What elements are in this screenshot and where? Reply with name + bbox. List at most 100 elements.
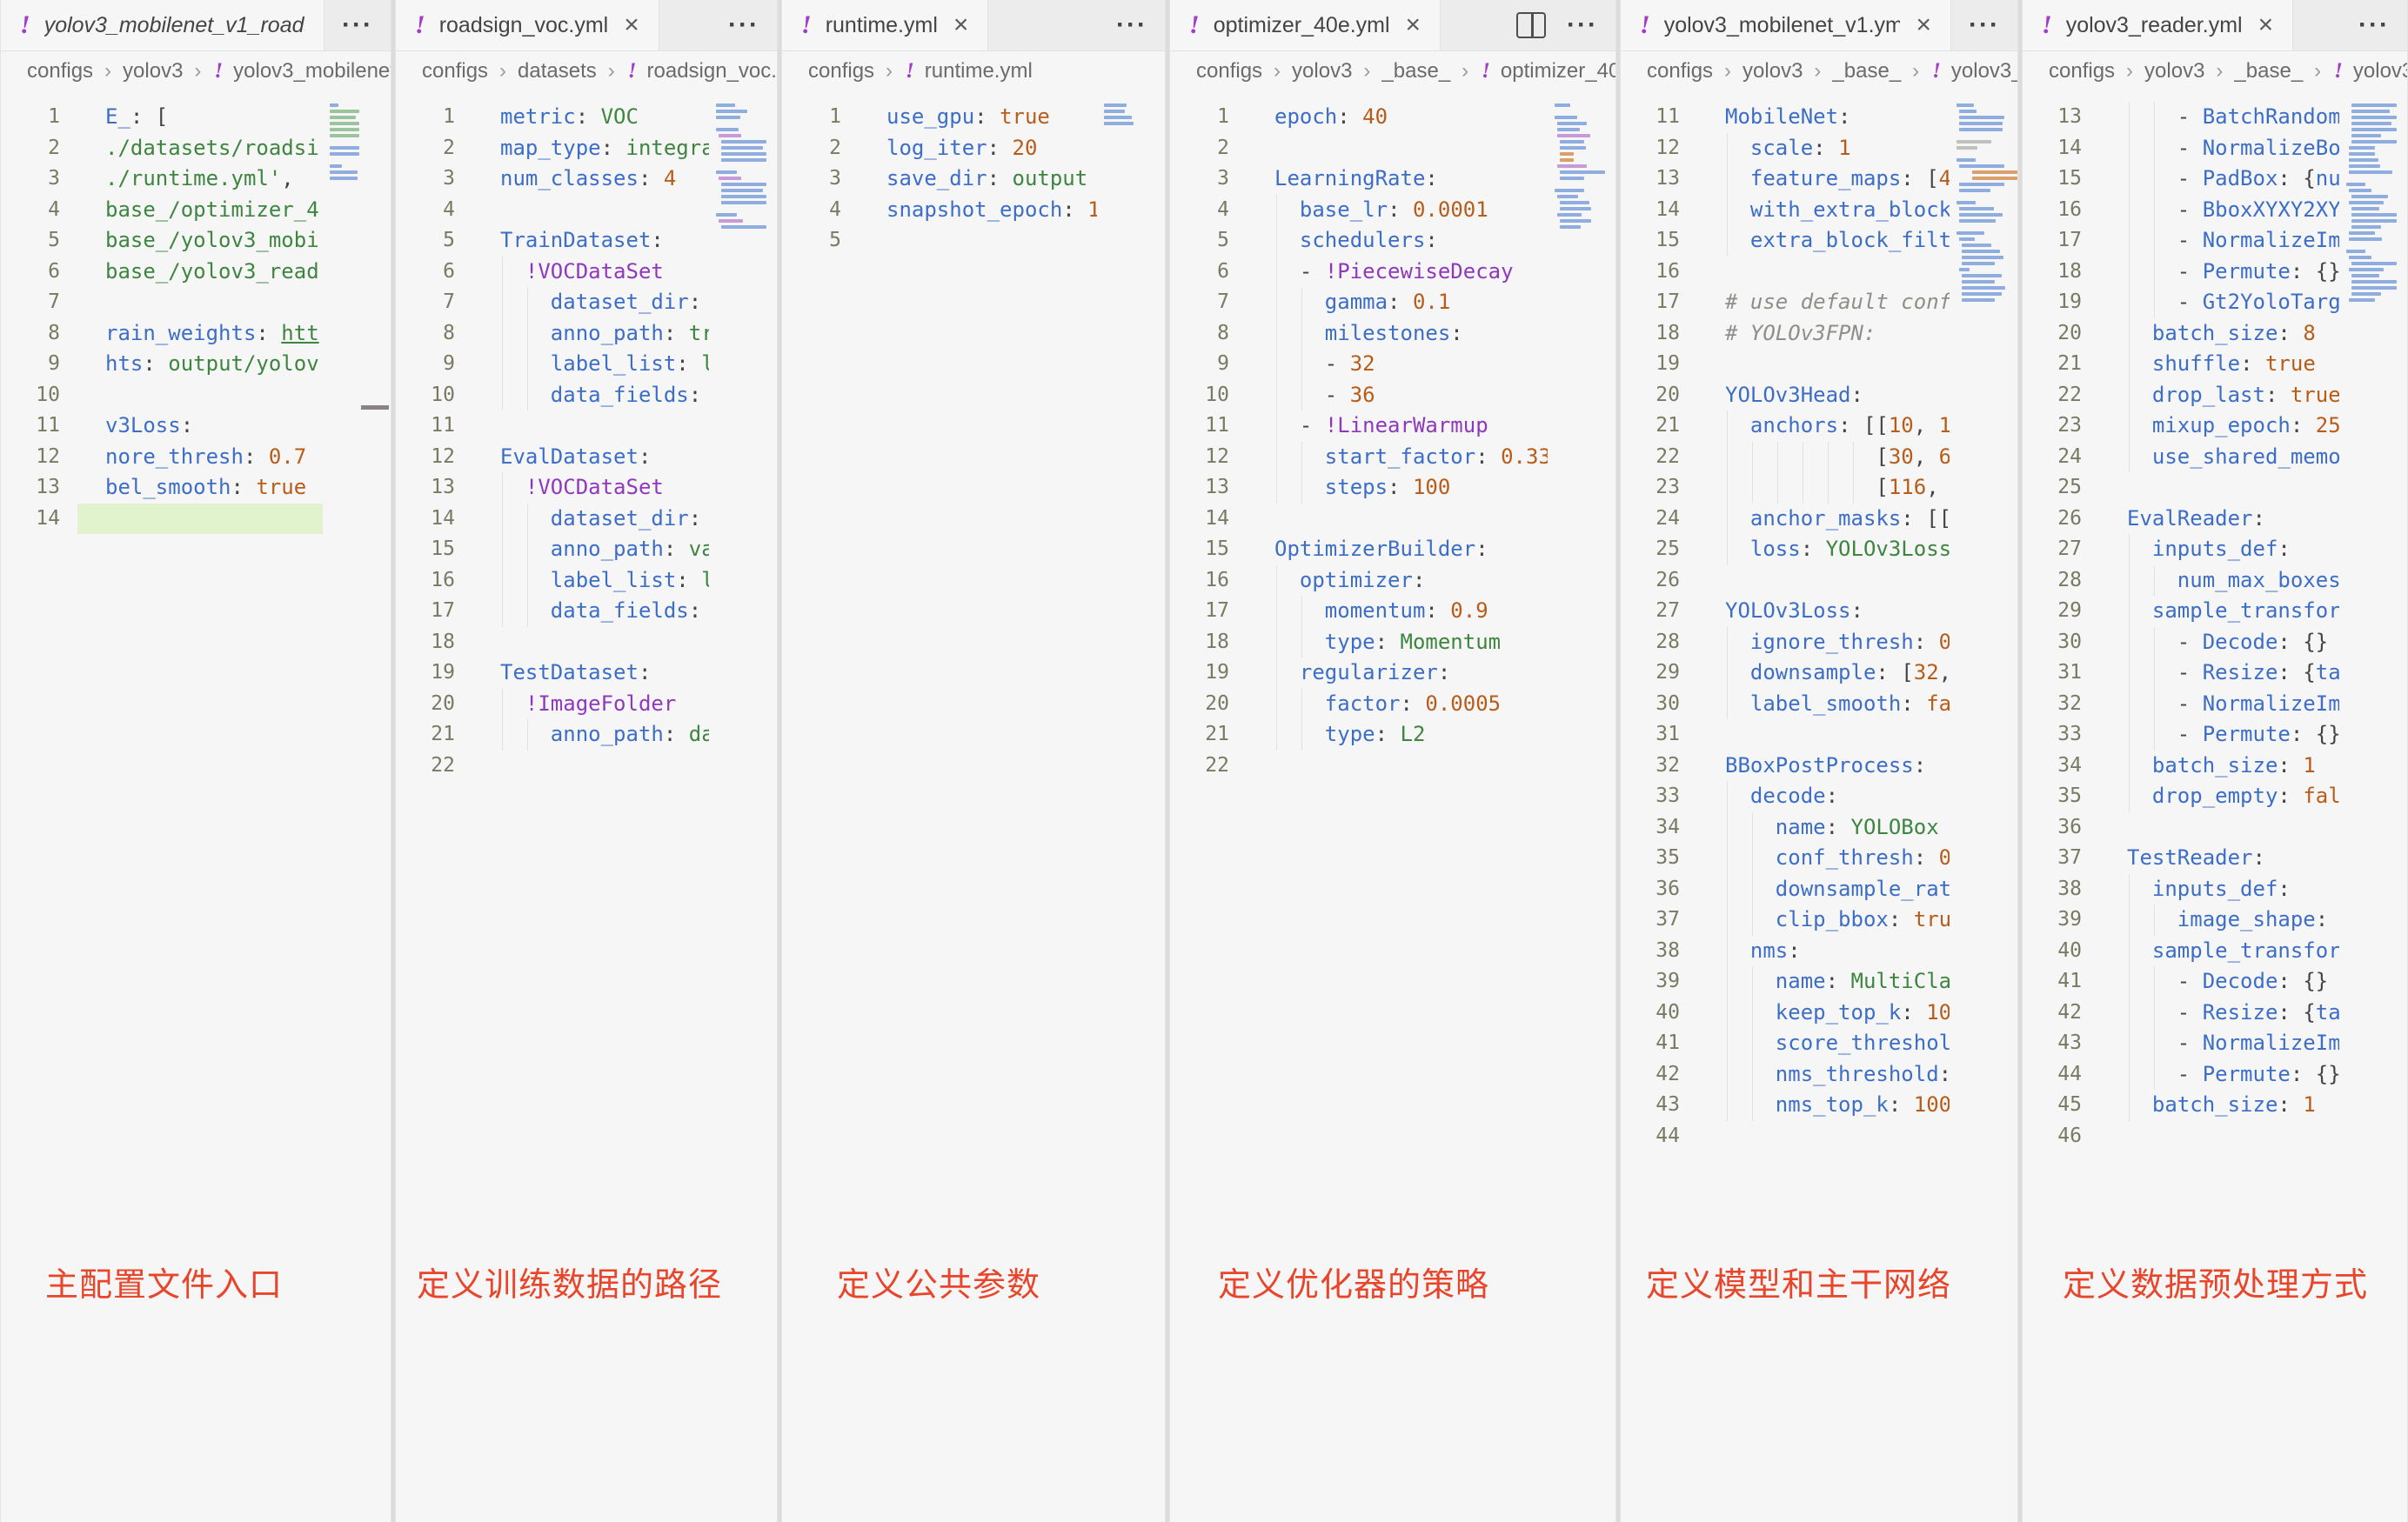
line-content[interactable]: TestDataset: <box>472 658 709 689</box>
tab[interactable]: !yolov3_reader.yml× <box>2023 0 2293 50</box>
minimap[interactable] <box>2346 103 2397 310</box>
line-content[interactable]: - 32 <box>1247 349 1548 380</box>
line-content[interactable]: ignore_thresh: 0.7 <box>1697 627 1950 658</box>
line-content[interactable]: drop_empty: false <box>2099 781 2339 812</box>
line-content[interactable]: nore_thresh: 0.7 <box>77 442 323 473</box>
code-editor[interactable]: 1use_gpu: true2log_iter: 203save_dir: ou… <box>782 91 1165 257</box>
more-actions-icon[interactable]: ··· <box>1567 10 1598 40</box>
line-content[interactable]: - Permute: {} <box>2099 1059 2339 1091</box>
breadcrumb-item[interactable]: configs <box>808 59 874 83</box>
line-content[interactable] <box>77 504 323 535</box>
line-content[interactable] <box>1697 1121 1950 1152</box>
line-content[interactable]: base_/optimizer_4 <box>77 195 323 226</box>
line-content[interactable]: - Permute: {} <box>2099 257 2339 288</box>
line-content[interactable]: downsample: [32, 16, 8] <box>1697 658 1950 689</box>
line-content[interactable]: - NormalizeImage: {mean: [0.485]} <box>2099 689 2339 720</box>
line-content[interactable]: sample_transforms: <box>2099 596 2339 627</box>
line-content[interactable]: use_gpu: true <box>859 102 1097 133</box>
line-content[interactable]: drop_last: true <box>2099 380 2339 411</box>
line-content[interactable]: label_smooth: false <box>1697 689 1950 720</box>
line-content[interactable]: LearningRate: <box>1247 164 1548 195</box>
line-content[interactable]: # use default config <box>1697 287 1950 318</box>
line-content[interactable]: anno_path: dataset/roadsign_voc/label_li… <box>472 719 709 751</box>
line-content[interactable]: [30, 61], [62, 45], <box>1697 442 1950 473</box>
breadcrumb-item[interactable]: datasets <box>518 59 597 83</box>
line-content[interactable]: with_extra_block: false <box>1697 195 1950 226</box>
line-content[interactable] <box>1697 349 1950 380</box>
breadcrumb-item[interactable]: yolov3 <box>123 59 183 83</box>
breadcrumb-item[interactable]: yolov3 <box>2144 59 2204 83</box>
line-content[interactable]: hts: output/yolov <box>77 349 323 380</box>
breadcrumb-file[interactable]: yolov3_reader.yml <box>2353 59 2407 83</box>
line-content[interactable]: base_/yolov3_read <box>77 257 323 288</box>
line-content[interactable]: ./runtime.yml', <box>77 164 323 195</box>
line-content[interactable]: save_dir: output <box>859 164 1097 195</box>
minimap[interactable] <box>330 103 380 189</box>
line-content[interactable]: nms_top_k: 1000 <box>1697 1090 1950 1121</box>
more-actions-icon[interactable]: ··· <box>1116 10 1147 40</box>
line-content[interactable]: conf_thresh: 0.005 <box>1697 843 1950 874</box>
line-content[interactable]: YOLOv3Loss: <box>1697 596 1950 627</box>
line-content[interactable]: E_: [ <box>77 102 323 133</box>
line-content[interactable]: clip_bbox: true <box>1697 905 1950 936</box>
line-content[interactable] <box>1697 565 1950 597</box>
tab[interactable]: !yolov3_mobilenet_v1_roadsign.yml <box>1 0 324 50</box>
line-content[interactable]: snapshot_epoch: 1 <box>859 195 1097 226</box>
line-content[interactable]: - PadBox: {num_max_boxes: 50} <box>2099 164 2339 195</box>
line-content[interactable]: name: YOLOBox <box>1697 812 1950 844</box>
scrollbar-thumb[interactable] <box>361 405 389 410</box>
line-content[interactable]: extra_block_filters: [] <box>1697 225 1950 257</box>
line-content[interactable]: momentum: 0.9 <box>1247 596 1548 627</box>
line-content[interactable]: BBoxPostProcess: <box>1697 751 1950 782</box>
line-content[interactable]: sample_transforms: <box>2099 936 2339 967</box>
line-content[interactable]: - BboxXYXY2XYWH: {} <box>2099 195 2339 226</box>
line-content[interactable]: YOLOv3Head: <box>1697 380 1950 411</box>
line-content[interactable]: !ImageFolder <box>472 689 709 720</box>
more-actions-icon[interactable]: ··· <box>1969 10 2000 40</box>
breadcrumb-item[interactable]: yolov3 <box>1742 59 1803 83</box>
split-editor-icon[interactable] <box>1516 12 1546 38</box>
line-content[interactable]: milestones: <box>1247 318 1548 350</box>
line-content[interactable] <box>472 411 709 442</box>
line-content[interactable]: - Resize: {target_size: [608, 608]} <box>2099 658 2339 689</box>
line-content[interactable]: EvalDataset: <box>472 442 709 473</box>
line-content[interactable]: dataset_dir: dataset/roadsign_voc <box>472 287 709 318</box>
minimap[interactable] <box>1555 103 1605 237</box>
line-content[interactable] <box>472 751 709 782</box>
line-content[interactable]: data_fields: ['image', 'gt_bbox'] <box>472 596 709 627</box>
line-content[interactable] <box>2099 812 2339 844</box>
line-content[interactable]: # YOLOv3FPN: <box>1697 318 1950 350</box>
code-editor[interactable]: 1E_: [2./datasets/roadsi3./runtime.yml',… <box>1 91 391 534</box>
line-content[interactable]: anno_path: train.txt <box>472 318 709 350</box>
line-content[interactable]: - NormalizeImage: {mean: [0.485]} <box>2099 1028 2339 1059</box>
line-content[interactable]: scale: 1 <box>1697 133 1950 164</box>
line-content[interactable]: name: MultiClassNMS <box>1697 966 1950 998</box>
line-content[interactable]: ./datasets/roadsi <box>77 133 323 164</box>
line-content[interactable] <box>472 195 709 226</box>
line-content[interactable] <box>472 627 709 658</box>
line-content[interactable] <box>1247 504 1548 535</box>
line-content[interactable]: start_factor: 0.3333333333333333 <box>1247 442 1548 473</box>
line-content[interactable]: - Gt2YoloTarget: {anchor_masks: [[6]]} <box>2099 287 2339 318</box>
line-content[interactable] <box>77 287 323 318</box>
line-content[interactable]: loss: YOLOv3Loss <box>1697 534 1950 565</box>
line-content[interactable]: dataset_dir: dataset/roadsign_voc <box>472 504 709 535</box>
tab[interactable]: !roadsign_voc.yml× <box>396 0 659 50</box>
breadcrumb-file[interactable]: roadsign_voc.yml <box>647 59 777 83</box>
line-content[interactable]: MobileNet: <box>1697 102 1950 133</box>
line-content[interactable]: score_threshold: 0.01 <box>1697 1028 1950 1059</box>
line-content[interactable]: - Decode: {} <box>2099 966 2339 998</box>
line-content[interactable] <box>1697 257 1950 288</box>
code-editor[interactable]: 1metric: VOC2map_type: integral3num_clas… <box>396 91 777 781</box>
close-icon[interactable]: × <box>2258 12 2274 38</box>
line-content[interactable]: batch_size: 1 <box>2099 751 2339 782</box>
line-content[interactable] <box>859 225 1097 257</box>
line-content[interactable]: - Resize: {target_size: [608, 608]} <box>2099 998 2339 1029</box>
code-editor[interactable]: 13 - BatchRandomResize: {target_size: [3… <box>2023 91 2407 1152</box>
line-content[interactable]: mixup_epoch: 250 <box>2099 411 2339 442</box>
line-content[interactable]: type: Momentum <box>1247 627 1548 658</box>
breadcrumb-item[interactable]: configs <box>2049 59 2115 83</box>
breadcrumb-item[interactable]: yolov3 <box>1292 59 1352 83</box>
line-content[interactable]: TrainDataset: <box>472 225 709 257</box>
line-content[interactable]: [116, 90], [156, 198]] <box>1697 472 1950 504</box>
